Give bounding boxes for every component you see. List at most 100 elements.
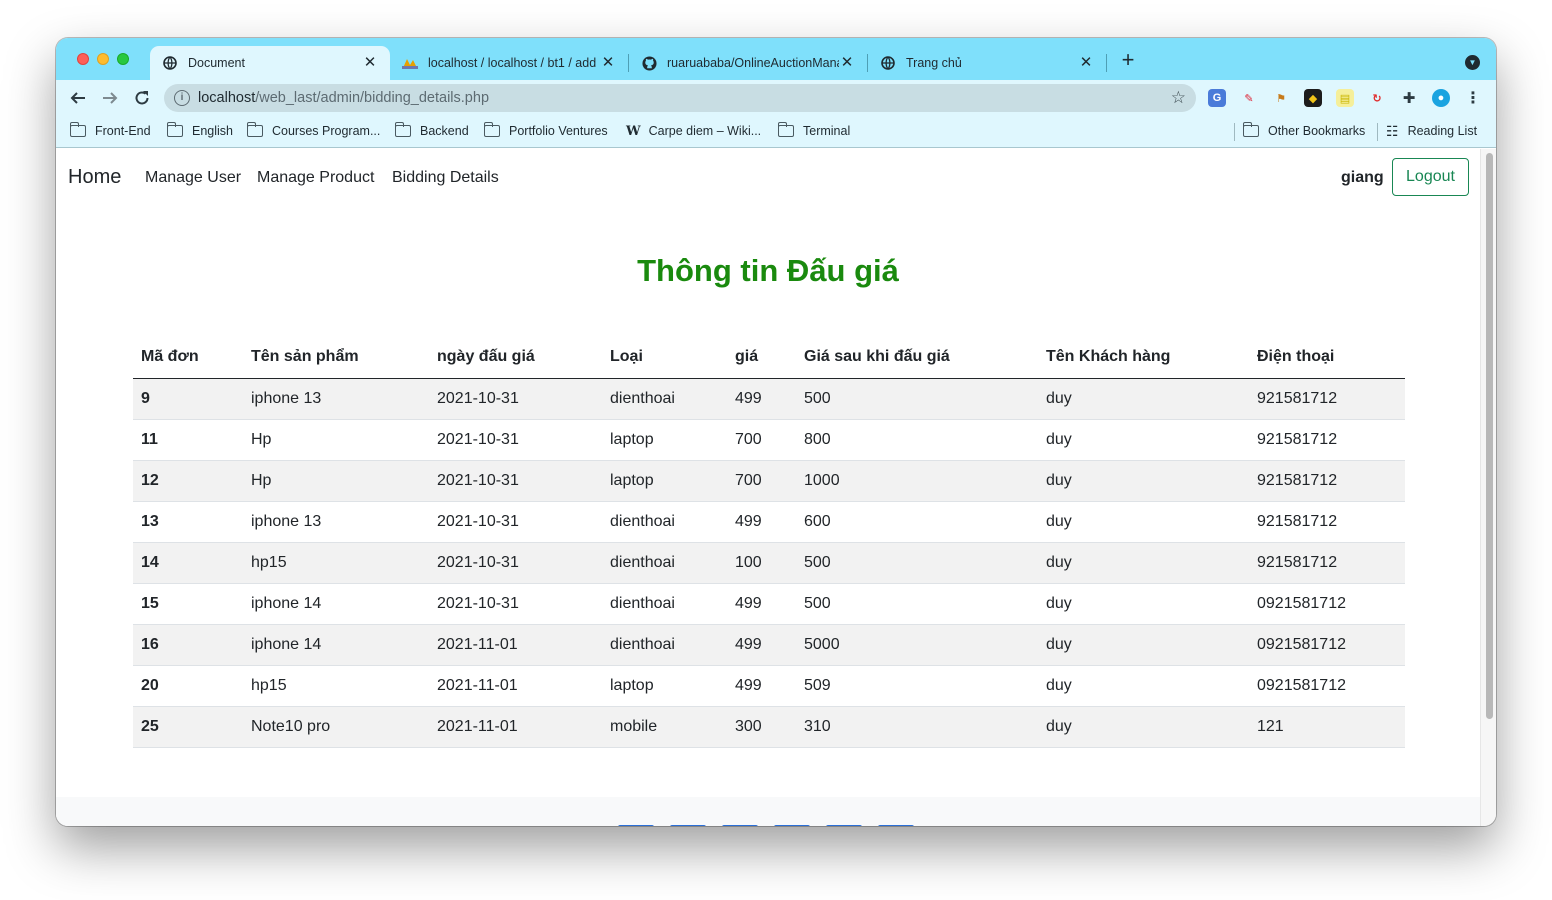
table-cell: 14 — [133, 542, 243, 584]
nav-manage-product[interactable]: Manage Product — [257, 169, 374, 187]
table-row: 16 iphone 14 2021-11-01 dienthoai 499 5000 duy… — [133, 624, 1405, 666]
binance-extension-icon[interactable]: ◆ — [1304, 89, 1322, 107]
bookmark-separator — [1234, 123, 1235, 141]
tab-title: localhost / localhost / bt1 / add — [428, 56, 597, 70]
browser-menu-icon[interactable]: ⋮ — [1464, 89, 1482, 107]
footer-social-icon[interactable] — [722, 825, 758, 826]
tab-phpmyadmin[interactable]: localhost / localhost / bt1 / add ✕ — [390, 46, 628, 80]
table-cell: 800 — [796, 419, 1038, 461]
table-header-row: Mã đơn Tên sản phẩm ngày đấu giá Loại gi… — [133, 337, 1405, 379]
table-cell: 5000 — [796, 624, 1038, 666]
forward-arrow-icon — [103, 92, 118, 104]
username: giang — [1341, 169, 1384, 186]
page-scrollbar[interactable] — [1480, 149, 1496, 826]
column-header: Mã đơn — [133, 337, 243, 379]
globe-icon — [880, 55, 896, 71]
forward-button[interactable] — [98, 86, 122, 110]
table-cell: 0921581712 — [1249, 665, 1405, 707]
table-cell: iphone 14 — [243, 624, 429, 666]
bookmark-star-icon[interactable]: ☆ — [1171, 88, 1186, 108]
bookmark-courses[interactable]: Courses Program... — [246, 116, 381, 146]
logout-button[interactable]: Logout — [1392, 158, 1469, 196]
table-cell: iphone 13 — [243, 501, 429, 543]
back-button[interactable] — [66, 86, 90, 110]
tab-github[interactable]: ruaruababa/OnlineAuctionMana ✕ — [629, 46, 867, 80]
wappalyzer-extension-icon[interactable]: ⚑ — [1272, 89, 1290, 107]
table-cell: 121 — [1249, 706, 1405, 748]
brand-home-link[interactable]: Home — [68, 166, 121, 189]
url-host: localhost — [198, 90, 256, 106]
footer-social-icon[interactable] — [826, 825, 862, 826]
scrollbar-thumb[interactable] — [1486, 153, 1493, 719]
close-tab-icon[interactable]: ✕ — [600, 55, 616, 71]
table-cell: laptop — [602, 460, 727, 502]
close-window-button[interactable] — [77, 53, 89, 65]
table-cell: 509 — [796, 665, 1038, 707]
table-cell: dienthoai — [602, 378, 727, 420]
close-tab-icon[interactable]: ✕ — [362, 55, 378, 71]
other-bookmarks[interactable]: Other Bookmarks — [1242, 116, 1365, 146]
folder-icon — [69, 122, 86, 137]
bookmark-backend[interactable]: Backend — [394, 116, 469, 146]
column-header: Loại — [602, 337, 727, 379]
tab-document[interactable]: Document ✕ — [150, 46, 390, 80]
table-row: 13 iphone 13 2021-10-31 dienthoai 499 600 duy 9… — [133, 501, 1405, 543]
bookmark-portfolio-ventures[interactable]: Portfolio Ventures — [483, 116, 608, 146]
maximize-window-button[interactable] — [117, 53, 129, 65]
table-cell: 20 — [133, 665, 243, 707]
footer-social-icon[interactable] — [878, 825, 914, 826]
table-cell: 499 — [727, 501, 796, 543]
table-cell: 921581712 — [1249, 542, 1405, 584]
nav-manage-user[interactable]: Manage User — [145, 169, 241, 187]
footer-social-icon[interactable] — [774, 825, 810, 826]
translate-extension-icon[interactable]: G — [1208, 89, 1226, 107]
site-info-icon[interactable]: i — [174, 90, 190, 106]
extensions-puzzle-icon[interactable]: ✚ — [1400, 89, 1418, 107]
table-cell: 16 — [133, 624, 243, 666]
table-cell: 2021-10-31 — [429, 501, 602, 543]
table-cell: 11 — [133, 419, 243, 461]
table-cell: duy — [1038, 460, 1249, 502]
close-tab-icon[interactable]: ✕ — [1078, 55, 1094, 71]
github-icon — [641, 55, 657, 71]
reading-list-icon: ☷ — [1386, 122, 1399, 139]
tab-search-icon[interactable]: ▼ — [1465, 55, 1480, 70]
colorpick-extension-icon[interactable]: ✎ — [1240, 89, 1258, 107]
table-cell: 12 — [133, 460, 243, 502]
table-row: 11 Hp 2021-10-31 laptop 700 800 duy 921581712 — [133, 419, 1405, 461]
table-cell: 921581712 — [1249, 419, 1405, 461]
browser-toolbar: i localhost/web_last/admin/bidding_detai… — [56, 80, 1496, 116]
new-tab-button[interactable]: + — [1117, 49, 1139, 72]
footer-social-icon[interactable] — [618, 825, 654, 826]
footer-strip — [56, 797, 1480, 826]
notes-extension-icon[interactable]: ▤ — [1336, 89, 1354, 107]
address-bar[interactable]: i localhost/web_last/admin/bidding_detai… — [164, 84, 1196, 112]
tab-title: ruaruababa/OnlineAuctionMana — [667, 56, 839, 70]
bookmark-label: Terminal — [803, 124, 851, 138]
table-cell: duy — [1038, 624, 1249, 666]
bookmark-carpe-diem[interactable]: W Carpe diem – Wiki... — [626, 116, 761, 146]
bookmark-english[interactable]: English — [166, 116, 233, 146]
redux-extension-icon[interactable]: ↻ — [1368, 89, 1386, 107]
phpmyadmin-icon — [402, 55, 418, 71]
tab-trang-chu[interactable]: Trang chủ ✕ — [868, 46, 1106, 80]
reload-button[interactable] — [130, 86, 154, 110]
table-cell: 1000 — [796, 460, 1038, 502]
profile-avatar-icon[interactable]: ● — [1432, 89, 1450, 107]
table-cell: duy — [1038, 542, 1249, 584]
bookmark-label: Courses Program... — [272, 124, 381, 138]
bookmark-label: Front-End — [95, 124, 151, 138]
table-cell: iphone 13 — [243, 378, 429, 420]
bookmark-front-end[interactable]: Front-End — [69, 116, 151, 146]
reading-list[interactable]: ☷ Reading List — [1386, 116, 1477, 146]
minimize-window-button[interactable] — [97, 53, 109, 65]
close-tab-icon[interactable]: ✕ — [839, 55, 855, 71]
table-cell: 9 — [133, 378, 243, 420]
nav-bidding-details[interactable]: Bidding Details — [392, 169, 499, 187]
bookmark-terminal[interactable]: Terminal — [777, 116, 851, 146]
footer-social-icon[interactable] — [670, 825, 706, 826]
table-cell: duy — [1038, 665, 1249, 707]
table-cell: 15 — [133, 583, 243, 625]
folder-icon — [166, 122, 183, 137]
bidding-table: Mã đơn Tên sản phẩm ngày đấu giá Loại gi… — [133, 337, 1405, 748]
